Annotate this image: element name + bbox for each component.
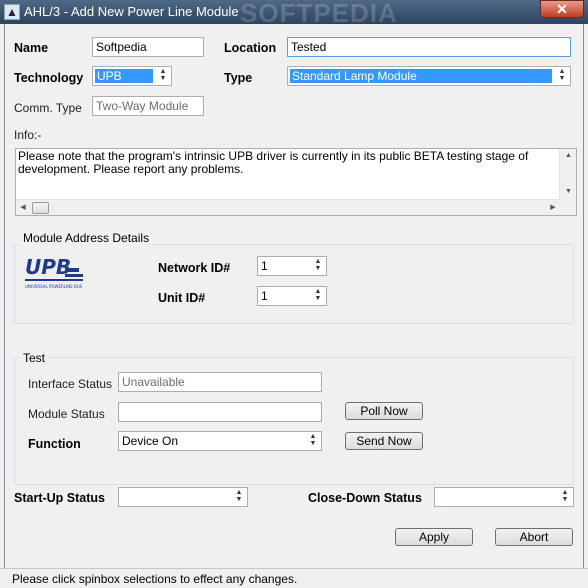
type-spinbox[interactable]: Standard Lamp Module ▲ ▼ [287,66,571,86]
scroll-corner [559,199,576,215]
upb-logo-text: UPB [25,255,71,279]
scroll-up-icon[interactable]: ▲ [560,149,577,163]
function-value: Device On [122,434,179,448]
name-label: Name [14,41,49,55]
spin-arrows-icon[interactable]: ▲ ▼ [311,288,325,304]
scroll-down-icon[interactable]: ▼ [560,185,577,199]
startup-status-label: Start-Up Status [14,491,105,505]
send-now-button[interactable]: Send Now [345,432,423,450]
technology-value: UPB [95,69,153,83]
upb-logo: UPB UNIVERSAL POWERLINE BUS [25,254,87,290]
module-status-field [118,402,322,422]
type-value: Standard Lamp Module [290,69,552,83]
info-label: Info:- [14,128,42,142]
spin-arrows-icon[interactable]: ▲ ▼ [306,433,320,449]
spin-arrows-icon[interactable]: ▲ ▼ [555,68,569,84]
poll-now-button[interactable]: Poll Now [345,402,423,420]
comm-type-field: Two-Way Module [92,96,204,116]
upb-logo-subtext: UNIVERSAL POWERLINE BUS [25,284,83,289]
app-icon: ▲ [4,4,20,20]
scroll-left-icon[interactable]: ◀ [16,200,30,216]
info-textarea[interactable]: Please note that the program's intrinsic… [15,148,577,216]
network-id-spinbox[interactable]: 1 ▲ ▼ [257,256,327,276]
comm-type-label: Comm. Type [14,101,82,115]
close-button[interactable]: ✕ [540,0,584,18]
closedown-status-spinbox[interactable]: ▲ ▼ [434,487,574,507]
scroll-thumb[interactable] [32,202,49,214]
window-title: AHL/3 - Add New Power Line Module [24,4,239,19]
startup-status-spinbox[interactable]: ▲ ▼ [118,487,248,507]
type-label: Type [224,71,253,85]
title-bar[interactable]: ▲ AHL/3 - Add New Power Line Module SOFT… [0,0,588,28]
technology-label: Technology [14,71,84,85]
status-text: Please click spinbox selections to effec… [12,572,298,586]
horizontal-scrollbar[interactable]: ◀ ▶ [16,199,560,215]
status-bar: Please click spinbox selections to effec… [0,568,588,588]
location-label: Location [224,41,277,55]
spin-arrows-icon[interactable]: ▲ ▼ [558,489,572,505]
apply-button[interactable]: Apply [395,528,473,546]
module-status-label: Module Status [28,407,105,421]
dialog-body: Name Softpedia Location Tested Technolog… [4,24,584,586]
name-input[interactable]: Softpedia [92,37,204,57]
technology-spinbox[interactable]: UPB ▲ ▼ [92,66,172,86]
function-spinbox[interactable]: Device On ▲ ▼ [118,431,322,451]
spin-arrows-icon[interactable]: ▲ ▼ [156,68,170,84]
unit-id-label: Unit ID# [158,291,206,305]
module-address-title: Module Address Details [20,231,153,245]
interface-status-label: Interface Status [28,377,113,391]
network-id-label: Network ID# [158,261,231,275]
location-input[interactable]: Tested [287,37,571,57]
test-title: Test [20,351,49,365]
spin-arrows-icon[interactable]: ▲ ▼ [232,489,246,505]
network-id-value: 1 [261,259,268,273]
abort-button[interactable]: Abort [495,528,573,546]
unit-id-spinbox[interactable]: 1 ▲ ▼ [257,286,327,306]
vertical-scrollbar[interactable]: ▲ ▼ [559,149,576,199]
interface-status-field: Unavailable [118,372,322,392]
closedown-status-label: Close-Down Status [308,491,422,505]
function-label: Function [28,437,81,451]
spin-arrows-icon[interactable]: ▲ ▼ [311,258,325,274]
scroll-right-icon[interactable]: ▶ [546,200,560,216]
unit-id-value: 1 [261,289,268,303]
info-text: Please note that the program's intrinsic… [18,149,529,176]
